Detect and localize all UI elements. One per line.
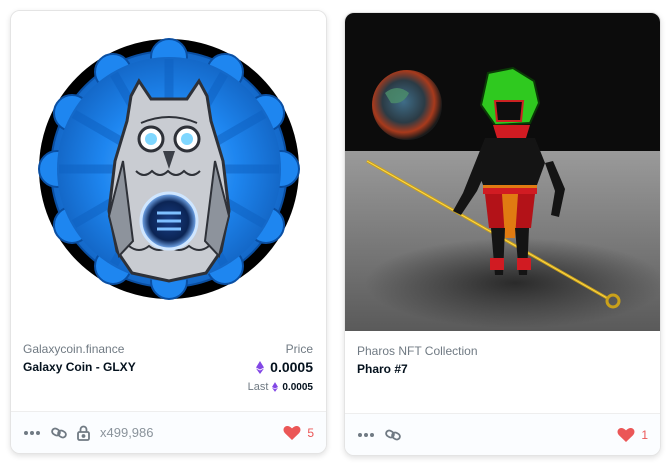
last-price-row: Last 0.0005	[248, 381, 313, 393]
nft-image-owl-coin[interactable]	[11, 11, 326, 329]
collection-name[interactable]: Galaxycoin.finance	[23, 342, 124, 356]
favorite-button[interactable]: 5	[283, 425, 314, 441]
quantity-label: x499,986	[100, 425, 154, 440]
link-icon[interactable]	[51, 425, 67, 441]
last-price-amount: 0.0005	[282, 381, 313, 393]
card-footer: x499,986 5	[11, 411, 326, 453]
heart-icon	[283, 425, 301, 440]
pharo-artwork	[345, 13, 660, 331]
card-info: Galaxycoin.finance Galaxy Coin - GLXY Pr…	[11, 329, 326, 413]
link-icon[interactable]	[385, 427, 401, 443]
heart-icon	[617, 427, 635, 442]
price-label: Price	[285, 342, 313, 356]
eth-icon	[256, 360, 265, 374]
nft-image-pharo[interactable]	[345, 13, 660, 331]
card-info: Pharos NFT Collection Pharo #7	[345, 331, 660, 415]
like-count: 1	[641, 427, 648, 442]
collection-name[interactable]: Pharos NFT Collection	[357, 344, 478, 358]
card-footer: 1	[345, 413, 660, 455]
eth-icon	[272, 382, 279, 392]
item-name[interactable]: Pharo #7	[357, 362, 408, 376]
favorite-button[interactable]: 1	[617, 427, 648, 443]
item-name[interactable]: Galaxy Coin - GLXY	[23, 360, 136, 374]
last-label: Last	[247, 381, 269, 393]
like-count: 5	[307, 425, 314, 440]
more-icon[interactable]	[357, 432, 375, 438]
nft-card-galaxy-coin[interactable]: Galaxycoin.finance Galaxy Coin - GLXY Pr…	[10, 10, 327, 454]
lock-icon	[77, 425, 90, 441]
price-amount: 0.0005	[270, 359, 313, 375]
owl-coin-artwork	[11, 11, 326, 329]
price-value: 0.0005	[256, 359, 313, 375]
more-icon[interactable]	[23, 430, 41, 436]
nft-card-pharo[interactable]: Pharos NFT Collection Pharo #7 1	[344, 12, 661, 456]
